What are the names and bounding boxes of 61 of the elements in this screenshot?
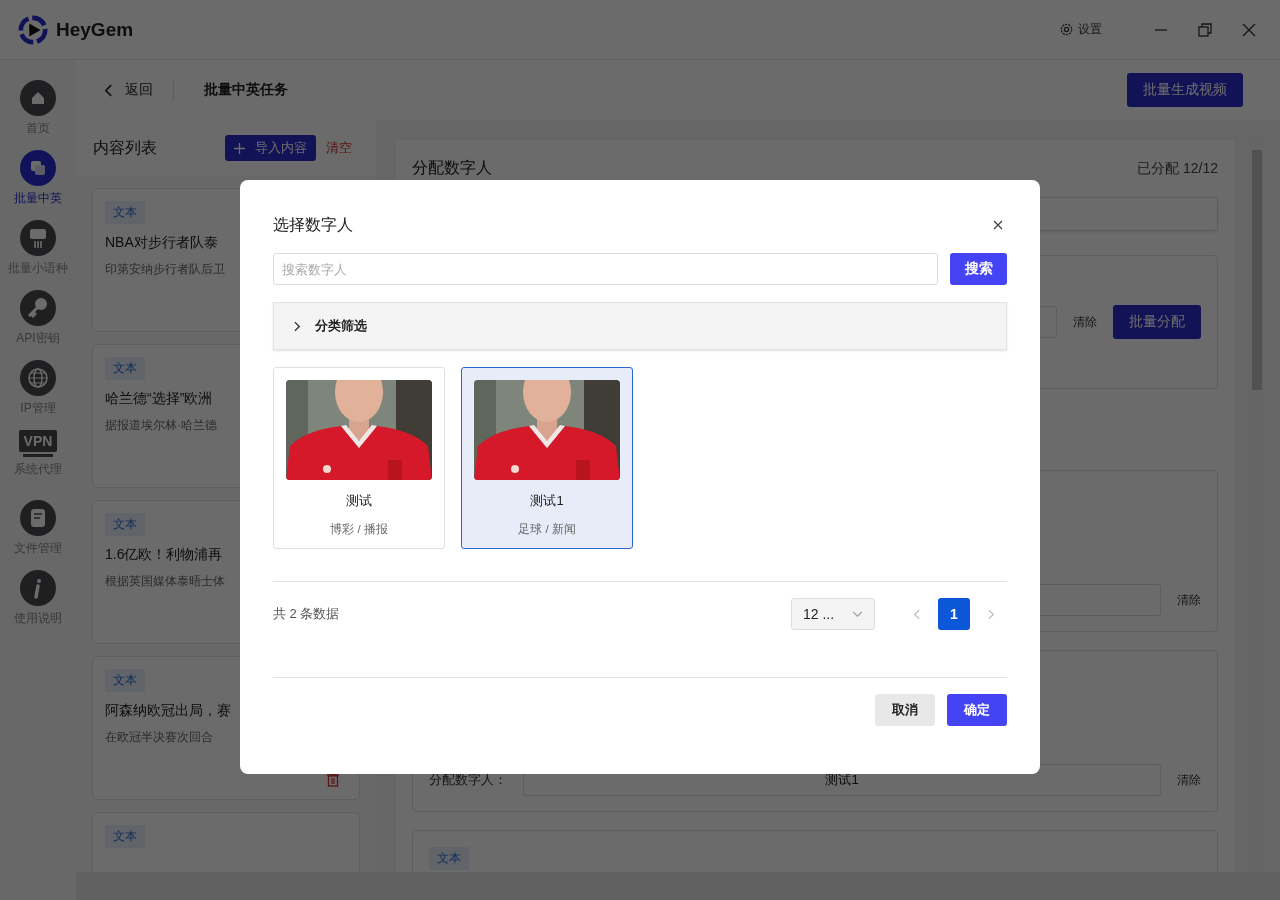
- panel-title: 分配数字人: [412, 158, 492, 178]
- document-icon: [20, 500, 56, 536]
- page-button[interactable]: 1: [938, 598, 970, 630]
- info-icon: [20, 570, 56, 606]
- board-icon: [20, 220, 56, 256]
- sidebar-item[interactable]: 批量中英: [14, 150, 62, 220]
- layers-icon: [20, 150, 56, 186]
- globe-icon: [20, 360, 56, 396]
- type-tag: 文本: [105, 513, 145, 536]
- avatar-tags: 足球 / 新闻: [518, 522, 576, 537]
- assigned-count: 已分配 12/12: [1137, 159, 1218, 178]
- batch-assign-button[interactable]: 批量分配: [1113, 305, 1201, 339]
- content-summary: 印第安纳步行者队后卫: [105, 262, 225, 277]
- app-name: HeyGem: [56, 18, 134, 41]
- type-tag: 文本: [105, 201, 145, 224]
- key-icon: [20, 290, 56, 326]
- chevron-icon: [294, 320, 301, 332]
- content-title: NBA对步行者队泰: [105, 234, 218, 252]
- content-summary: 在欧冠半决赛次回合: [105, 730, 213, 745]
- search-field[interactable]: 搜索数字人: [273, 253, 938, 285]
- logo-icon: [18, 14, 48, 45]
- close-icon[interactable]: [993, 220, 1003, 230]
- home-icon: [20, 80, 56, 116]
- dropdown-icon: [852, 610, 864, 618]
- generate-video-button[interactable]: 批量生成视频: [1127, 73, 1243, 107]
- confirm-button[interactable]: 确定: [947, 694, 1007, 726]
- dialog-title: 选择数字人: [273, 214, 353, 235]
- content-summary: 根据英国媒体泰晤士体: [105, 574, 225, 589]
- avatar-card[interactable]: 测试 博彩 / 播报: [273, 367, 445, 549]
- avatar-card[interactable]: 测试1 足球 / 新闻: [461, 367, 633, 549]
- type-tag: 文本: [429, 847, 469, 870]
- clear-button[interactable]: 清除: [1177, 771, 1201, 789]
- page-title: 批量中英任务: [204, 81, 288, 99]
- avatar-name: 测试1: [530, 492, 564, 510]
- field-label: 分配数字人：: [429, 771, 507, 789]
- type-tag: 文本: [105, 357, 145, 380]
- settings-button[interactable]: 设置: [1059, 21, 1102, 38]
- content-title: 哈兰德“选择”欧洲: [105, 390, 213, 408]
- clear-button[interactable]: 清除: [1073, 313, 1097, 331]
- list-title: 内容列表: [93, 137, 157, 158]
- trash-icon[interactable]: [327, 773, 339, 787]
- total-count: 共 2 条数据: [273, 605, 340, 623]
- content-card[interactable]: 文本: [92, 812, 360, 872]
- clear-button[interactable]: 清除: [1177, 591, 1201, 609]
- type-tag: 文本: [105, 669, 145, 692]
- next-page-icon[interactable]: [988, 608, 995, 620]
- content-title: 阿森纳欧冠出局，赛: [105, 702, 231, 720]
- content-title: 1.6亿欧！利物浦再: [105, 546, 223, 564]
- gear-icon: [1059, 22, 1074, 37]
- plus-icon: [234, 142, 245, 154]
- content-summary: 据报道埃尔林·哈兰德: [105, 418, 217, 433]
- filter-toggle[interactable]: 分类筛选: [273, 302, 1007, 350]
- clear-all-link[interactable]: 清空: [326, 139, 352, 157]
- back-button[interactable]: 返回: [104, 81, 153, 99]
- import-button[interactable]: 导入内容: [225, 135, 316, 161]
- cancel-button[interactable]: 取消: [875, 694, 935, 726]
- restore-icon[interactable]: [1198, 22, 1212, 37]
- type-tag: 文本: [105, 825, 145, 848]
- page-size-select[interactable]: 12 ...: [791, 598, 875, 630]
- search-button[interactable]: 搜索: [950, 253, 1007, 285]
- previous-page-icon[interactable]: [913, 608, 920, 620]
